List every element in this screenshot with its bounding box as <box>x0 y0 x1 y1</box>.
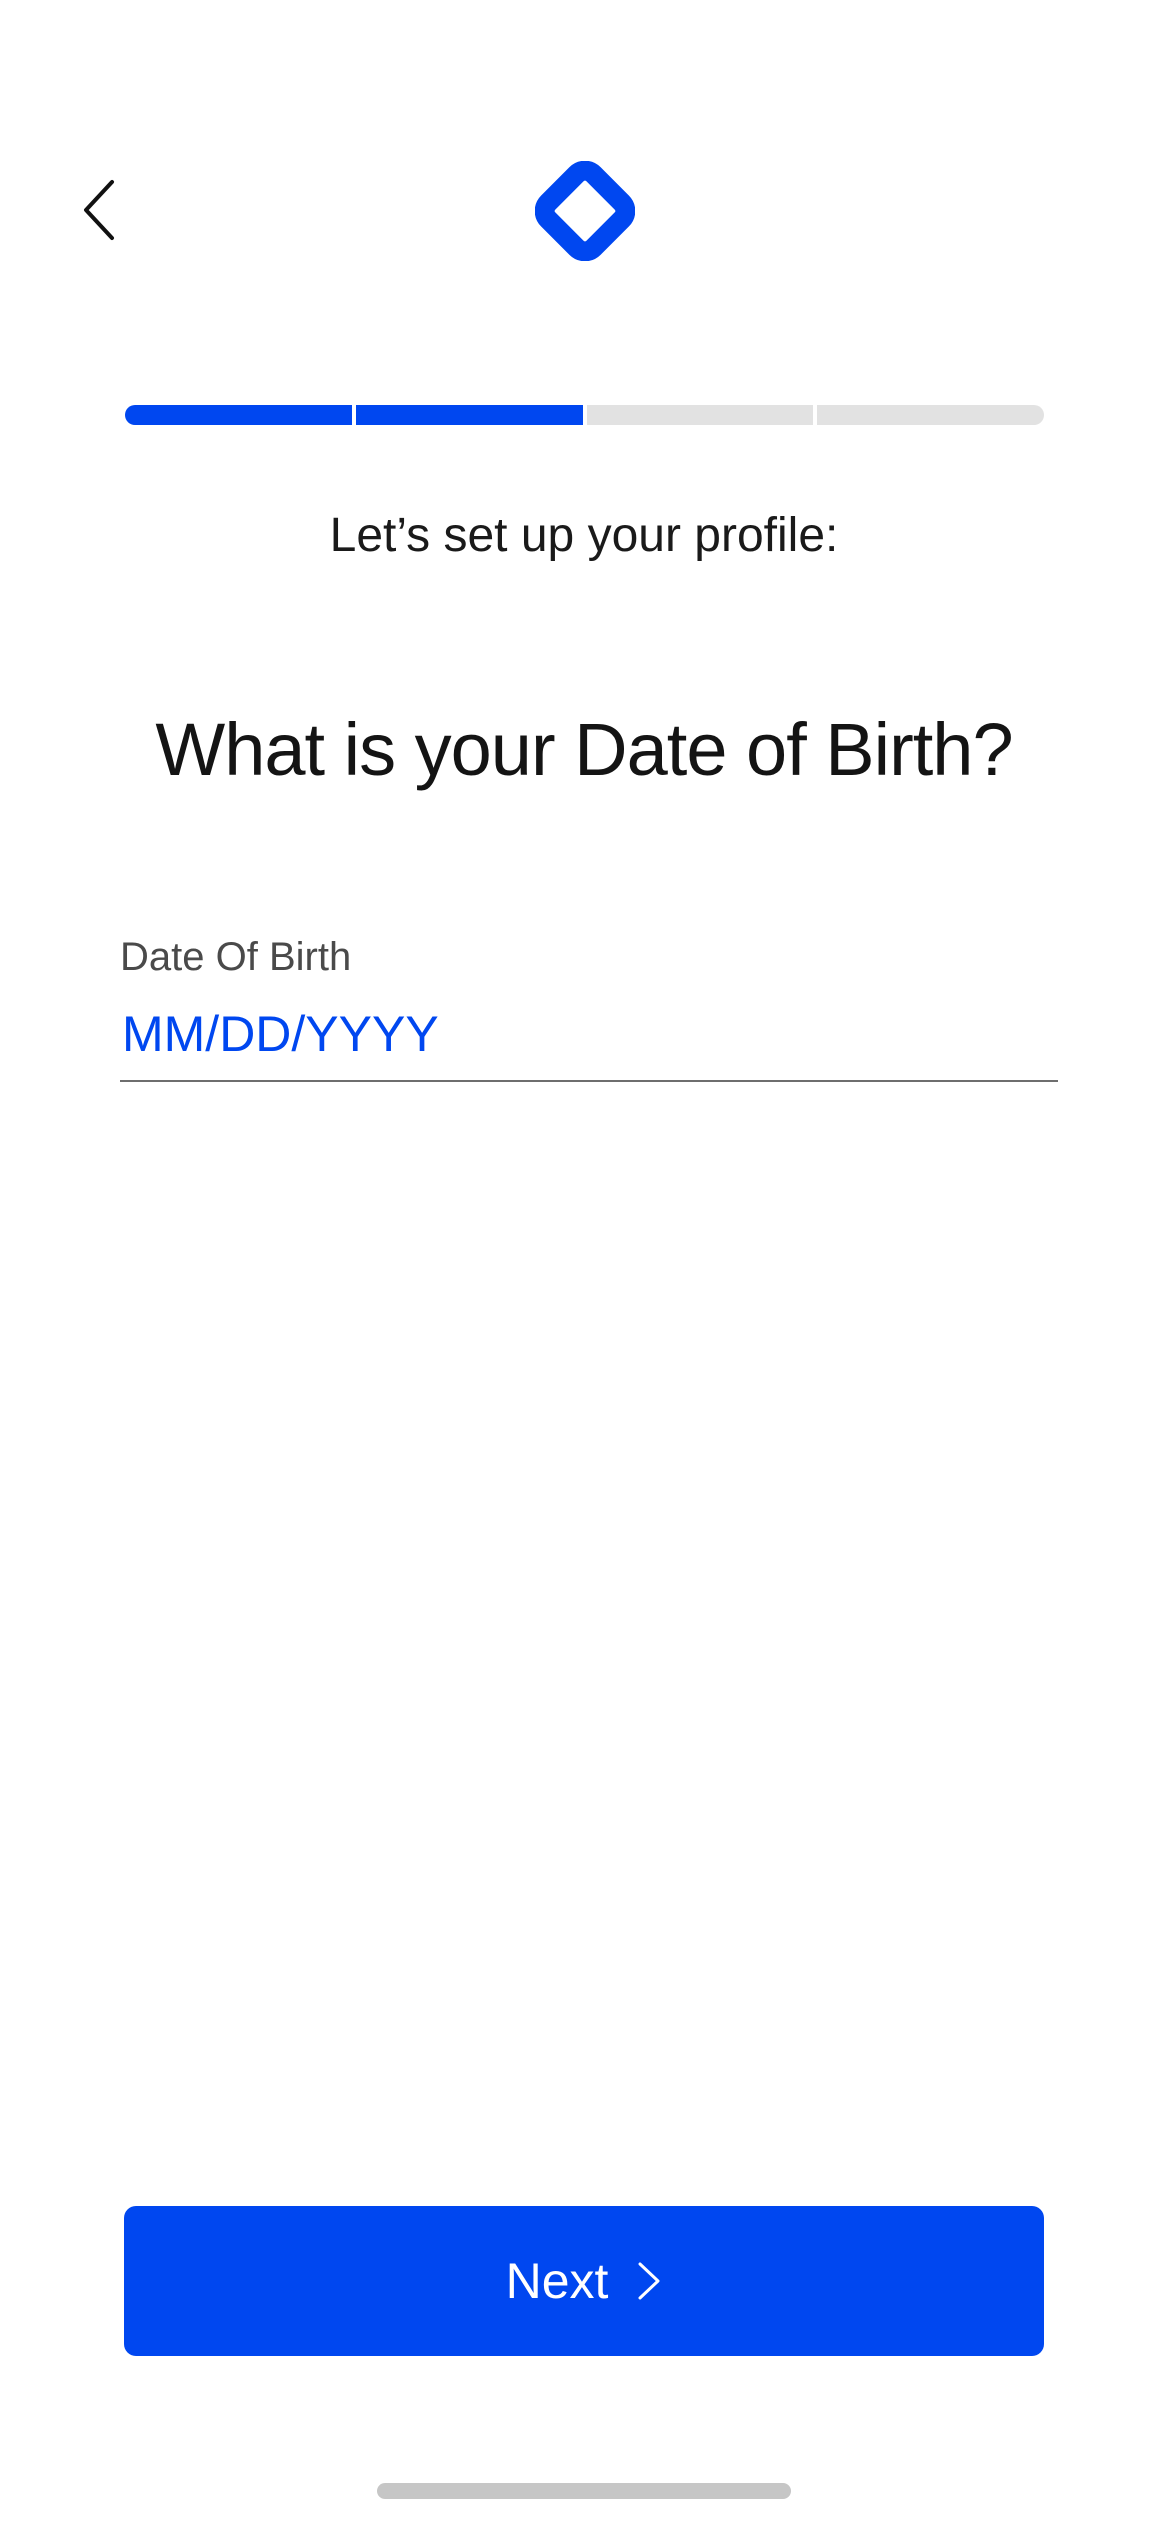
home-indicator <box>377 2483 791 2499</box>
dob-input[interactable] <box>120 996 1058 1082</box>
next-button-label: Next <box>505 2253 609 2309</box>
progress-segment-3 <box>586 405 814 425</box>
chevron-right-icon <box>638 2262 660 2300</box>
progress-bar <box>125 405 1044 425</box>
back-button[interactable] <box>70 170 130 250</box>
progress-segment-4 <box>817 405 1044 425</box>
chevron-left-icon <box>84 180 114 240</box>
progress-segment-2 <box>355 405 583 425</box>
progress-segment-1 <box>125 405 352 425</box>
page-title: What is your Date of Birth? <box>155 708 1013 791</box>
diamond-logo-icon <box>534 160 636 262</box>
app-logo <box>534 160 636 262</box>
dob-field-group: Date Of Birth <box>120 930 1058 1082</box>
next-button[interactable]: Next <box>124 2206 1044 2356</box>
page-subtitle: Let’s set up your profile: <box>329 509 839 562</box>
dob-field-label: Date Of Birth <box>120 935 352 979</box>
